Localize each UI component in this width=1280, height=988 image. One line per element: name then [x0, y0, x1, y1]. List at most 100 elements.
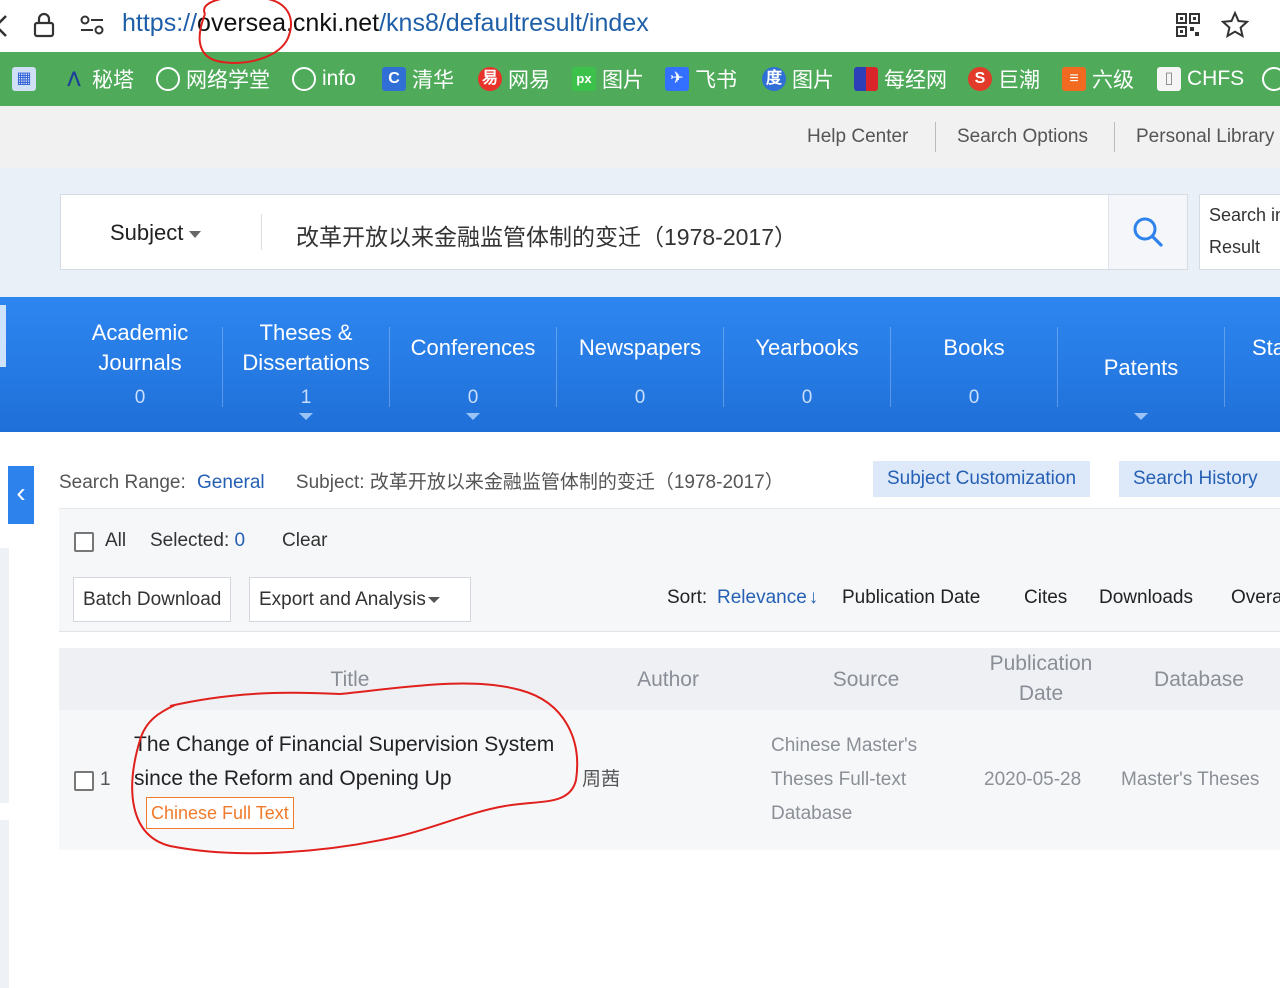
tab-newspapers[interactable]: Newspapers 0	[557, 297, 723, 432]
feishu-icon: ✈	[665, 67, 689, 91]
tab-yearbooks[interactable]: Yearbooks 0	[724, 297, 890, 432]
help-center-link[interactable]: Help Center	[807, 126, 908, 148]
site-settings-icon[interactable]	[79, 14, 105, 36]
search-options-link[interactable]: Search Options	[957, 126, 1088, 148]
tab-label: Patents	[1103, 355, 1179, 380]
result-title-link[interactable]: The Change of Financial Supervision Syst…	[134, 733, 554, 790]
bookmark-nbd[interactable]: 每经网	[854, 64, 947, 94]
selected-label: Selected:	[150, 530, 230, 551]
bookmark-star-icon[interactable]	[1221, 11, 1249, 39]
search-history-button[interactable]: Search History	[1119, 461, 1280, 497]
sort-relevance[interactable]: Relevance ↓	[717, 587, 818, 609]
sort-publication-date[interactable]: Publication Date	[842, 587, 980, 609]
bookmark-label: 图片	[792, 69, 834, 92]
bookmark-label: CHFS	[1187, 67, 1245, 90]
bookmark-info[interactable]: info	[292, 64, 356, 94]
search-range-value[interactable]: General	[197, 472, 265, 493]
tab-divider	[222, 327, 223, 407]
tab-patents[interactable]: Patents	[1058, 297, 1224, 432]
result-author[interactable]: 周茜	[582, 763, 620, 797]
tab-left-marker	[0, 305, 6, 367]
search-field-select[interactable]: Subject	[110, 220, 202, 246]
tab-conferences[interactable]: Conferences 0	[390, 297, 556, 432]
bookmark-mita[interactable]: ⋀ 秘塔	[62, 64, 134, 94]
search-in-result-button[interactable]: Search in Result	[1199, 194, 1280, 270]
url-field[interactable]: https://oversea.cnki.net/kns8/defaultres…	[122, 9, 649, 38]
toplink-divider	[1114, 122, 1115, 152]
globe-icon	[1262, 67, 1280, 91]
bookmark-label: 每经网	[884, 69, 947, 92]
baidu-icon: 度	[762, 67, 786, 91]
search-in-result-label: Search in	[1209, 205, 1280, 225]
sort-overall[interactable]: Overa	[1231, 587, 1280, 609]
tab-label: Sta	[1252, 335, 1280, 360]
bookmark-liuji[interactable]: ≡ 六级	[1062, 64, 1134, 94]
column-author[interactable]: Author	[618, 665, 718, 695]
bookmark-chfs[interactable]: ▯ CHFS	[1157, 64, 1244, 94]
lock-icon[interactable]	[33, 12, 55, 38]
search-criteria: Search Range: General Subject: 改革开放以来金融监…	[59, 467, 784, 494]
browser-address-bar: https://oversea.cnki.net/kns8/defaultres…	[0, 0, 1280, 52]
bookmark-baidu-images[interactable]: 度图片	[762, 64, 834, 94]
search-field-label: Subject	[110, 220, 184, 245]
subject-value: 改革开放以来金融监管体制的变迁（1978-2017）	[369, 472, 784, 493]
collapse-sidebar-button[interactable]: ‹	[8, 466, 34, 524]
row-index: 1	[100, 769, 111, 790]
select-all-checkbox[interactable]	[74, 532, 94, 552]
netease-icon: 易	[478, 67, 502, 91]
batch-download-button[interactable]: Batch Download	[73, 577, 232, 622]
apps-icon: ▦	[12, 67, 36, 91]
result-publication-date: 2020-05-28	[984, 769, 1082, 790]
search-button[interactable]	[1108, 195, 1187, 269]
tab-count: 0	[968, 387, 980, 408]
personal-library-link[interactable]: Personal Library	[1136, 126, 1274, 148]
result-database: Master's Theses	[1121, 769, 1260, 790]
bookmark-label: 秘塔	[92, 69, 134, 92]
tab-books[interactable]: Books 0	[891, 297, 1057, 432]
tab-count: 0	[467, 387, 479, 408]
bookmark-feishu[interactable]: ✈ 飞书	[665, 64, 737, 94]
clear-selection-link[interactable]: Clear	[282, 530, 327, 552]
globe-icon	[292, 67, 316, 91]
subject-customization-button[interactable]: Subject Customization	[873, 461, 1091, 497]
export-analysis-dropdown[interactable]: Export and Analysis	[249, 577, 471, 622]
url-path: /kns8/defaultresult/index	[379, 9, 649, 37]
sidebar-rail	[0, 548, 9, 803]
column-source[interactable]: Source	[810, 665, 922, 695]
bookmark-netease[interactable]: 易网易	[478, 64, 550, 94]
qr-code-icon[interactable]	[1176, 13, 1200, 37]
tab-academic-journals[interactable]: Academic Journals 0	[58, 297, 222, 432]
tab-theses-dissertations[interactable]: Theses & Dissertations 1	[224, 297, 388, 432]
select-all-label: All	[105, 530, 127, 551]
column-title[interactable]: Title	[310, 665, 390, 695]
selected-number: 0	[234, 530, 246, 551]
tab-standards[interactable]: Sta	[1252, 297, 1280, 432]
tab-label: Yearbooks	[755, 335, 859, 360]
search-input[interactable]: 改革开放以来金融监管体制的变迁（1978-2017）	[296, 218, 797, 252]
bookmarks-bar: ▦ ⋀ 秘塔 网络学堂 info C 清华 易网易 px 图片 ✈ 飞书 度图片 每经网…	[0, 52, 1280, 106]
bookmark-apps[interactable]: ▦	[12, 64, 36, 94]
bookmark-px-images[interactable]: px 图片	[572, 64, 644, 94]
column-database[interactable]: Database	[1136, 665, 1262, 695]
sort-cites[interactable]: Cites	[1024, 587, 1067, 609]
column-publication-date[interactable]: Publication Date	[980, 649, 1102, 709]
tab-label: Academic Journals	[91, 320, 189, 375]
tab-label: Newspapers	[578, 335, 702, 360]
row-checkbox[interactable]	[74, 771, 94, 791]
chinese-full-text-button[interactable]: Chinese Full Text	[146, 797, 294, 830]
bookmark-label: 飞书	[695, 69, 737, 92]
doc-icon: ▯	[1157, 67, 1181, 91]
bookmark-qinghua[interactable]: C 清华	[382, 64, 454, 94]
result-source[interactable]: Chinese Master's Theses Full-text Databa…	[771, 729, 951, 831]
sidebar-rail	[0, 820, 9, 988]
back-arrow-icon[interactable]	[0, 14, 8, 38]
export-analysis-label: Export and Analysis	[259, 589, 426, 610]
sort-downloads[interactable]: Downloads	[1099, 587, 1193, 609]
bookmark-wangluoxuetang[interactable]: 网络学堂	[156, 64, 270, 94]
bookmark-label: 清华	[412, 69, 454, 92]
sort-option-label: Relevance	[717, 587, 807, 608]
bookmark-more[interactable]	[1262, 64, 1280, 94]
chevron-down-icon	[189, 230, 202, 238]
bookmark-juchao[interactable]: S 巨潮	[968, 64, 1040, 94]
juchao-icon: S	[968, 67, 992, 91]
